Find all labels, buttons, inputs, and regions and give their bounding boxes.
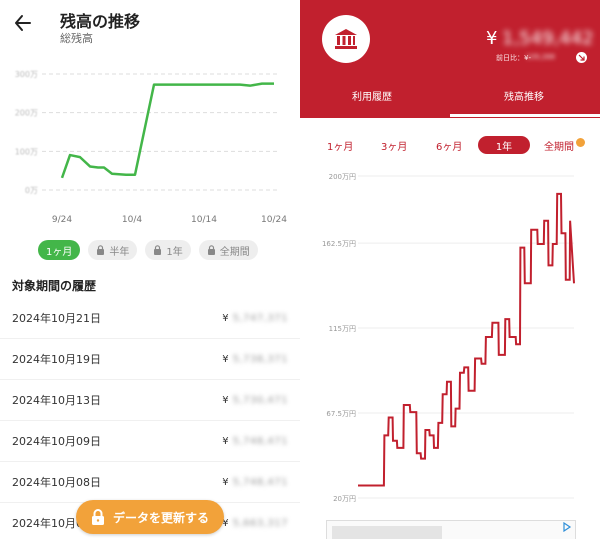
history-date: 2024年10月0 xyxy=(12,517,83,530)
prev-day-amount: 109,288 xyxy=(526,53,555,61)
history-amount-value: 5,738,371 xyxy=(232,353,288,365)
lock-icon xyxy=(154,245,162,255)
active-tab-indicator xyxy=(450,114,600,117)
balance-trend-chart: 20万円 67.5万円 115万円 162.5万円 200万円 xyxy=(322,173,575,503)
left-panel: 残高の推移 総残高 300万 200万 100万 0万 9/24 10/4 10/14 10/… xyxy=(0,0,300,539)
history-currency: ¥ xyxy=(222,312,229,324)
arrow-down-right-icon[interactable] xyxy=(576,52,587,63)
balance-amount: 1,549,442 xyxy=(502,28,594,49)
page-title: 残高の推移 xyxy=(60,12,141,31)
history-amount-value: 5,730,471 xyxy=(232,394,288,406)
period-all-tab[interactable]: 全期間 xyxy=(544,136,585,154)
right-panel: ¥ 1,549,442 前日比：¥- 109,288 利用履歴 残高推移 1ヶ月… xyxy=(300,0,600,539)
period-6month-tab[interactable]: 6ヶ月 xyxy=(436,136,462,154)
account-header: ¥ 1,549,442 前日比：¥- 109,288 利用履歴 残高推移 xyxy=(300,0,600,118)
period-tabs: 1ヶ月 3ヶ月 6ヶ月 1年 全期間 xyxy=(300,136,600,156)
y-tick-label: 115万円 xyxy=(329,325,356,333)
total-balance-chart: 300万 200万 100万 0万 9/24 10/4 10/14 10/24 xyxy=(15,70,288,225)
history-amount-value: 5,748,471 xyxy=(232,476,288,488)
period-1month-button[interactable]: 1ヶ月 xyxy=(38,240,81,260)
history-row[interactable]: 2024年10月21日 ¥5,747,371 xyxy=(0,298,300,339)
bank-icon xyxy=(322,15,370,63)
history-date: 2024年10月13日 xyxy=(12,394,101,407)
y-tick-label: 300万 xyxy=(15,70,38,79)
history-row[interactable]: 2024年10月09日 ¥5,748,471 xyxy=(0,421,300,462)
x-tick-label: 10/4 xyxy=(122,215,142,225)
history-amount-value: 5,663,317 xyxy=(232,517,288,529)
history-currency: ¥ xyxy=(222,394,229,406)
history-date: 2024年10月09日 xyxy=(12,435,101,448)
period-1month-tab[interactable]: 1ヶ月 xyxy=(327,136,353,154)
period-1year-tab[interactable]: 1年 xyxy=(478,136,530,154)
tab-balance-trend[interactable]: 残高推移 xyxy=(504,88,544,103)
history-row[interactable]: 2024年10月13日 ¥5,730,471 xyxy=(0,380,300,421)
history-amount: ¥5,730,471 xyxy=(222,395,288,406)
premium-crown-icon xyxy=(576,137,585,147)
history-date: 2024年10月21日 xyxy=(12,312,101,325)
history-row[interactable]: 2024年10月08日 ¥5,748,471 xyxy=(0,462,300,503)
period-selector: 1ヶ月 半年 1年 全期間 xyxy=(38,240,258,260)
y-tick-label: 67.5万円 xyxy=(326,410,356,418)
history-amount: ¥5,738,371 xyxy=(222,354,288,365)
lock-icon xyxy=(97,245,105,255)
y-tick-label: 20万円 xyxy=(333,495,356,503)
balance-line xyxy=(60,82,274,179)
balance-currency: ¥ xyxy=(486,28,498,49)
history-amount: ¥5,748,471 xyxy=(222,477,288,488)
y-tick-label: 200万 xyxy=(15,109,38,118)
back-arrow-icon[interactable] xyxy=(10,10,36,36)
x-tick-label: 10/24 xyxy=(261,215,287,225)
lock-icon xyxy=(91,509,104,525)
lock-icon xyxy=(207,245,215,255)
history-currency: ¥ xyxy=(222,353,229,365)
x-tick-label: 10/14 xyxy=(191,215,217,225)
refresh-data-button[interactable]: データを更新する xyxy=(76,500,224,534)
history-date: 2024年10月19日 xyxy=(12,353,101,366)
x-tick-label: 9/24 xyxy=(52,215,72,225)
history-row[interactable]: 2024年10月19日 ¥5,738,371 xyxy=(0,339,300,380)
period-1year-button[interactable]: 1年 xyxy=(145,240,191,260)
page-subtitle: 総残高 xyxy=(60,32,93,45)
period-3month-tab[interactable]: 3ヶ月 xyxy=(381,136,407,154)
ad-choices-icon[interactable] xyxy=(562,522,572,532)
period-all-button[interactable]: 全期間 xyxy=(198,240,258,260)
balance-trend-line xyxy=(358,192,575,487)
history-currency: ¥ xyxy=(222,476,229,488)
period-half-year-button[interactable]: 半年 xyxy=(88,240,138,260)
history-section-title: 対象期間の履歴 xyxy=(12,279,97,293)
ad-image xyxy=(332,526,442,539)
history-date: 2024年10月08日 xyxy=(12,476,101,489)
history-amount: ¥5,663,317 xyxy=(222,518,288,529)
history-currency: ¥ xyxy=(222,435,229,447)
y-tick-label: 100万 xyxy=(15,147,38,156)
y-tick-label: 200万円 xyxy=(329,173,356,181)
y-tick-label: 0万 xyxy=(25,186,38,195)
history-amount: ¥5,748,471 xyxy=(222,436,288,447)
history-amount-value: 5,748,471 xyxy=(232,435,288,447)
y-tick-label: 162.5万円 xyxy=(322,240,356,248)
history-amount-value: 5,747,371 xyxy=(232,312,288,324)
history-amount: ¥5,747,371 xyxy=(222,313,288,324)
tab-usage-history[interactable]: 利用履歴 xyxy=(352,88,392,103)
